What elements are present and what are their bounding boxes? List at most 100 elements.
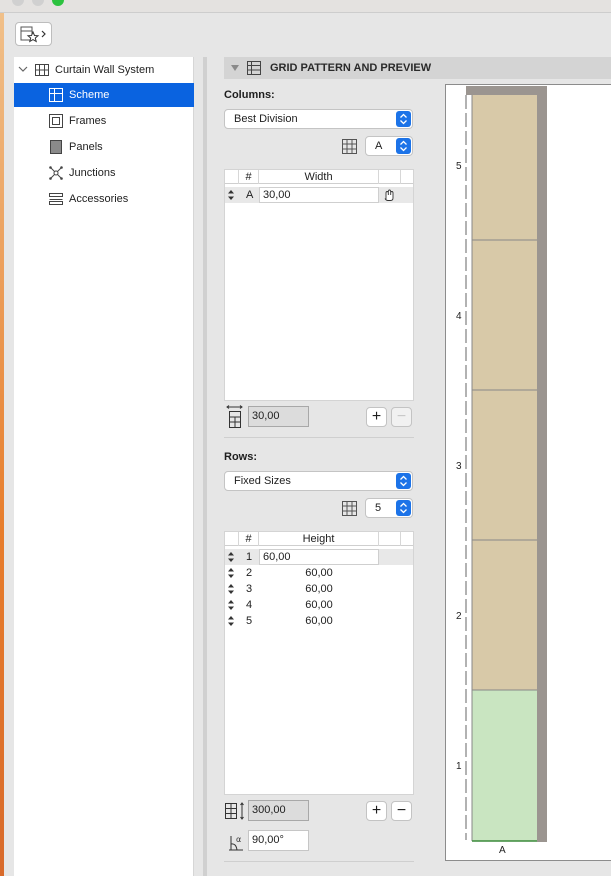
favorites-icon (20, 26, 46, 43)
section-header[interactable]: GRID PATTERN AND PREVIEW (224, 57, 611, 79)
total-width-value: 30,00 (252, 410, 280, 422)
panel-selected (472, 690, 537, 841)
favorites-button[interactable] (15, 22, 52, 46)
height-value[interactable]: 60,00 (259, 581, 379, 597)
column-grid-icon (342, 139, 357, 154)
background-window-edge (0, 13, 4, 876)
window-title-bar (0, 0, 611, 13)
row-label: 3 (456, 461, 462, 472)
row-grid-icon (342, 501, 357, 516)
remove-row-button[interactable]: − (391, 801, 412, 821)
rows-mode-select[interactable]: Fixed Sizes (224, 471, 413, 491)
window-minimize-button[interactable] (32, 0, 44, 6)
pane-splitter[interactable] (203, 57, 207, 876)
table-row[interactable]: 5 60,00 (225, 613, 413, 629)
columns-label: Columns: (224, 89, 275, 101)
angle-icon: α (229, 835, 243, 851)
disclosure-triangle-icon[interactable] (230, 63, 240, 73)
sidebar-item-panels[interactable]: Panels (14, 135, 194, 159)
row-id: 3 (246, 583, 253, 595)
total-height-value: 300,00 (252, 804, 286, 816)
curtain-wall-preview-drawing: 5 4 3 2 1 A (456, 86, 547, 856)
pointer-hand-icon[interactable] (382, 188, 396, 202)
reorder-handle-icon[interactable] (227, 584, 235, 594)
row-label: 4 (456, 311, 462, 322)
sidebar-item-accessories[interactable]: Accessories (14, 187, 194, 211)
sidebar-item-frames[interactable]: Frames (14, 109, 194, 133)
table-row[interactable]: 4 60,00 (225, 597, 413, 613)
remove-column-button[interactable]: − (391, 407, 412, 427)
junctions-icon (49, 166, 63, 180)
width-value: 30,00 (263, 189, 291, 201)
rows-mode-value: Fixed Sizes (234, 475, 291, 487)
columns-table[interactable]: # Width A 30,00 (224, 169, 414, 401)
sidebar-item-scheme[interactable]: Scheme (14, 83, 194, 107)
row-id: 1 (246, 551, 253, 563)
total-width-icon (226, 405, 243, 428)
sidebar-item-label: Curtain Wall System (55, 64, 155, 76)
columns-table-header: # Width (225, 170, 413, 184)
frame-top (466, 86, 547, 95)
sidebar-item-label: Panels (69, 141, 103, 153)
reorder-handle-icon[interactable] (227, 600, 235, 610)
select-arrows-icon (396, 138, 411, 154)
total-height-icon (225, 802, 244, 820)
height-value-field[interactable]: 60,00 (259, 549, 379, 565)
frame-right (537, 86, 547, 842)
height-value[interactable]: 60,00 (259, 613, 379, 629)
sidebar-item-curtain-wall-system[interactable]: Curtain Wall System (14, 58, 194, 82)
rows-table-header: # Height (225, 532, 413, 546)
curtain-wall-icon (35, 64, 49, 76)
scheme-icon (49, 88, 63, 102)
total-width-field[interactable]: 30,00 (248, 406, 309, 427)
window-zoom-button[interactable] (52, 0, 64, 6)
columns-mode-select[interactable]: Best Division (224, 109, 413, 129)
row-id: 2 (246, 567, 253, 579)
column-selector[interactable]: A (365, 136, 413, 156)
angle-value: 90,00° (252, 834, 284, 846)
table-row[interactable]: A 30,00 (225, 187, 413, 203)
height-value[interactable]: 60,00 (259, 597, 379, 613)
divider (224, 861, 414, 862)
sidebar-item-junctions[interactable]: Junctions (14, 161, 194, 185)
grid-pattern-icon (247, 61, 261, 75)
rows-table[interactable]: # Height 1 60,00 2 60,00 3 60,00 4 60,00… (224, 531, 414, 795)
svg-text:α: α (236, 835, 241, 844)
add-row-button[interactable]: + (366, 801, 387, 821)
add-column-button[interactable]: + (366, 407, 387, 427)
reorder-handle-icon[interactable] (227, 552, 235, 562)
table-row[interactable]: 2 60,00 (225, 565, 413, 581)
reorder-handle-icon[interactable] (227, 568, 235, 578)
column-header-height: Height (259, 532, 379, 546)
reorder-handle-icon[interactable] (227, 616, 235, 626)
window-close-button[interactable] (12, 0, 24, 6)
select-arrows-icon (396, 111, 411, 127)
grid-preview: 5 4 3 2 1 A (445, 84, 611, 861)
rows-label: Rows: (224, 451, 257, 463)
section-title: GRID PATTERN AND PREVIEW (270, 62, 432, 74)
row-count-selector[interactable]: 5 (365, 498, 413, 518)
column-selector-value: A (375, 140, 383, 152)
reorder-handle-icon[interactable] (227, 190, 235, 200)
row-label: 1 (456, 761, 462, 772)
height-value: 60,00 (263, 551, 291, 563)
table-row[interactable]: 3 60,00 (225, 581, 413, 597)
height-value[interactable]: 60,00 (259, 565, 379, 581)
row-count-value: 5 (375, 502, 382, 514)
select-arrows-icon (396, 473, 411, 489)
row-label: 2 (456, 611, 462, 622)
column-label: A (499, 845, 506, 856)
angle-field[interactable]: 90,00° (248, 830, 309, 851)
select-arrows-icon (396, 500, 411, 516)
chevron-down-icon[interactable] (18, 64, 28, 74)
sidebar-item-label: Junctions (69, 167, 116, 179)
row-id: 4 (246, 599, 253, 611)
width-value-field[interactable]: 30,00 (259, 187, 379, 203)
column-header-number: # (239, 532, 259, 546)
accessories-icon (49, 193, 63, 205)
table-row[interactable]: 1 60,00 (225, 549, 413, 565)
total-height-field[interactable]: 300,00 (248, 800, 309, 821)
row-label: 5 (456, 161, 462, 172)
panel-area (472, 95, 537, 690)
panels-icon (50, 140, 62, 154)
